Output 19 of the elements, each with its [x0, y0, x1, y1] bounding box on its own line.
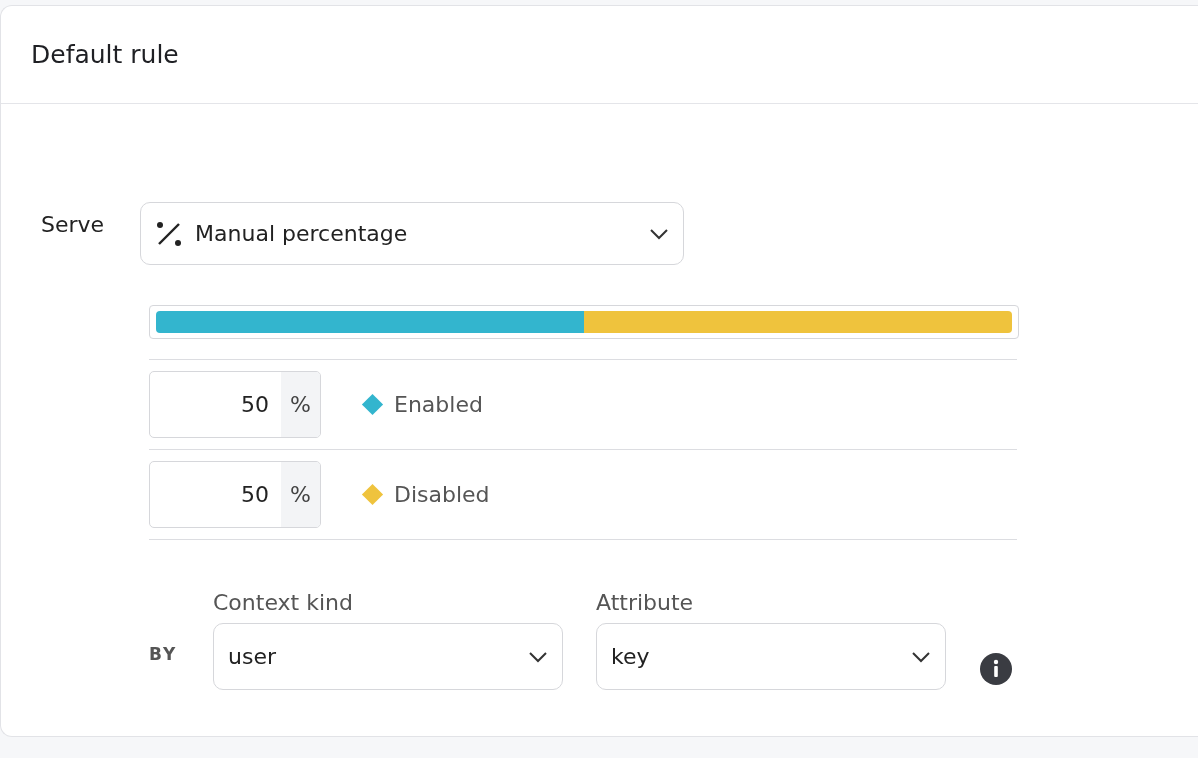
- percent-field[interactable]: 50 %: [149, 461, 321, 528]
- by-label: BY: [149, 644, 179, 666]
- variation-name: Disabled: [394, 482, 490, 507]
- chevron-down-icon: [911, 650, 931, 663]
- info-icon[interactable]: [979, 652, 1013, 686]
- select-field[interactable]: user: [213, 623, 563, 690]
- card-title: Default rule: [31, 40, 179, 69]
- variation-name: Enabled: [394, 392, 483, 417]
- serve-select[interactable]: Manual percentage: [140, 202, 685, 265]
- percent-unit: %: [281, 462, 320, 527]
- select-field[interactable]: key: [596, 623, 946, 690]
- percent-field[interactable]: 50 %: [149, 371, 321, 438]
- field-label: Context kind: [213, 590, 354, 615]
- percent-unit: %: [281, 372, 320, 437]
- chevron-down-icon: [528, 650, 548, 663]
- field-label: Attribute: [596, 590, 695, 615]
- serve-label: Serve: [41, 211, 105, 237]
- chevron-down-icon: [649, 227, 670, 240]
- percent-icon: [155, 219, 184, 248]
